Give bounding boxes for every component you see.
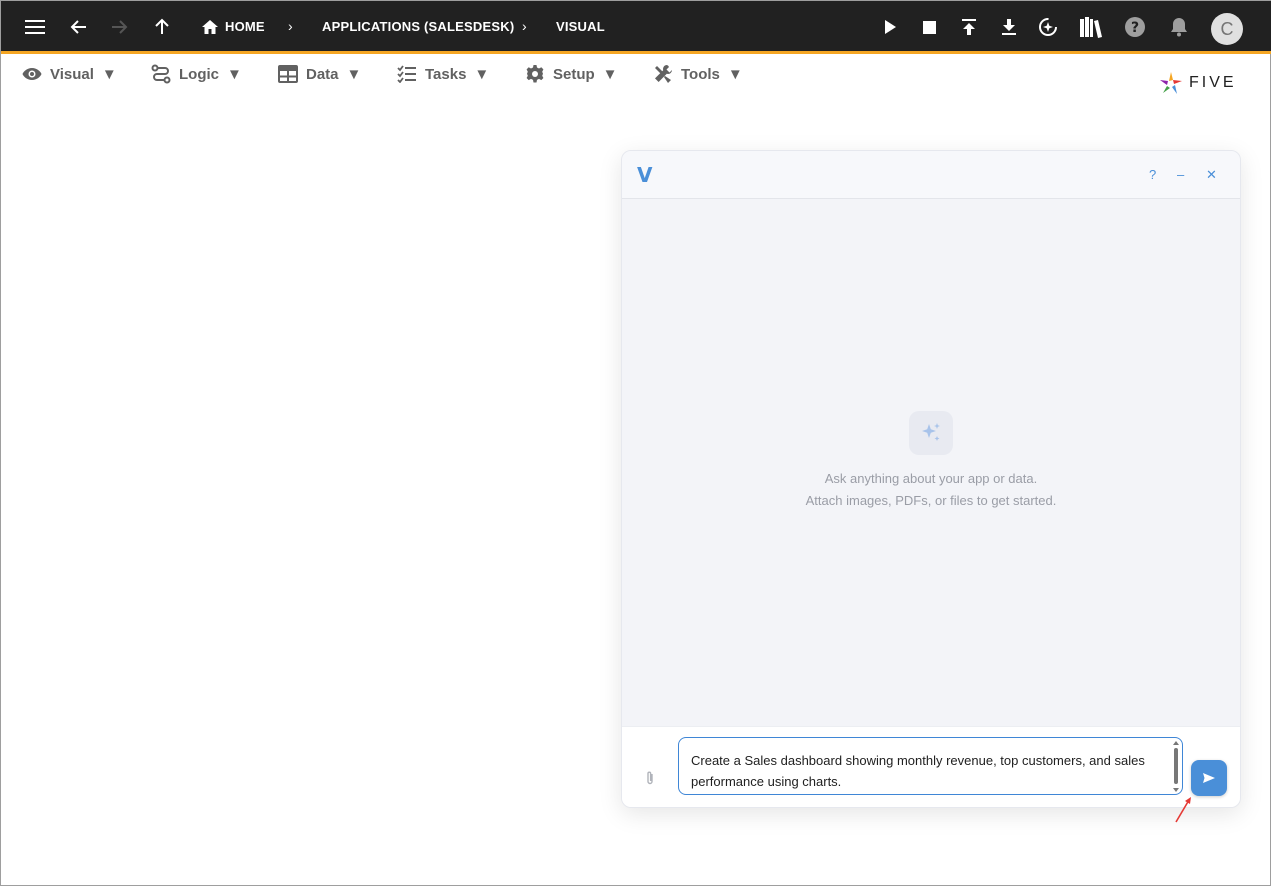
breadcrumb-home[interactable]: HOME (225, 19, 265, 34)
dropdown-arrow-icon: ▼ (227, 65, 242, 83)
up-arrow-icon[interactable] (149, 14, 175, 40)
dropdown-arrow-icon: ▼ (727, 65, 743, 83)
back-arrow-icon[interactable] (66, 14, 92, 40)
chat-input-area: Create a Sales dashboard showing monthly… (622, 726, 1240, 807)
ai-chat-panel: V ? – ✕ Ask anything about your app or d… (621, 150, 1241, 808)
top-app-bar: HOME › APPLICATIONS (SALESDESK) › VISUAL… (1, 1, 1271, 54)
breadcrumb-applications[interactable]: APPLICATIONS (SALESDESK) (322, 19, 514, 34)
scroll-up-arrow-icon[interactable] (1173, 741, 1179, 745)
five-logo-mark-icon (1160, 72, 1182, 94)
menu-tasks-label: Tasks (425, 65, 467, 83)
run-icon[interactable] (877, 14, 903, 40)
menu-logic-label: Logic (179, 65, 219, 83)
menu-setup[interactable]: Setup ▼ (525, 63, 618, 85)
breadcrumb-separator-icon: › (288, 18, 293, 34)
chat-help-button[interactable]: ? (1149, 167, 1156, 182)
download-icon[interactable] (996, 14, 1022, 40)
chat-close-button[interactable]: ✕ (1206, 167, 1217, 183)
annotation-arrow-icon (1175, 797, 1191, 823)
input-scrollbar-thumb[interactable] (1174, 748, 1178, 784)
menu-setup-label: Setup (553, 65, 595, 83)
eye-icon (22, 68, 42, 80)
svg-text:?: ? (1131, 20, 1139, 36)
chat-message-input[interactable]: Create a Sales dashboard showing monthly… (678, 737, 1183, 795)
notifications-bell-icon[interactable] (1166, 14, 1192, 40)
home-icon[interactable] (197, 14, 223, 40)
menu-data[interactable]: Data ▼ (278, 63, 361, 85)
five-logo: FIVE (1159, 71, 1237, 95)
chat-message-text: Create a Sales dashboard showing monthly… (691, 753, 1145, 789)
table-icon (278, 65, 298, 83)
user-avatar[interactable]: C (1211, 13, 1243, 45)
logic-icon (151, 64, 171, 84)
breadcrumb-separator-icon: › (522, 18, 527, 34)
menu-tools[interactable]: Tools ▼ (653, 63, 743, 85)
gear-icon (526, 65, 544, 83)
dropdown-arrow-icon: ▼ (101, 65, 117, 83)
send-button[interactable] (1191, 760, 1227, 796)
menu-logic[interactable]: Logic ▼ (151, 63, 242, 85)
stop-icon[interactable] (916, 14, 942, 40)
menu-visual[interactable]: Visual ▼ (22, 63, 117, 85)
ai-sync-icon[interactable] (1035, 14, 1061, 40)
scroll-down-arrow-icon[interactable] (1173, 788, 1179, 792)
forward-arrow-icon (106, 14, 132, 40)
chat-empty-line-1: Ask anything about your app or data. (824, 471, 1038, 486)
menu-data-label: Data (306, 65, 339, 83)
dropdown-arrow-icon: ▼ (474, 65, 490, 83)
tools-icon (655, 65, 672, 83)
dropdown-arrow-icon: ▼ (602, 65, 618, 83)
send-icon (1203, 773, 1215, 783)
menu-tasks[interactable]: Tasks ▼ (397, 63, 489, 85)
chat-brand-logo: V (637, 163, 653, 187)
hamburger-menu-icon[interactable] (22, 14, 48, 40)
menu-bar: Visual ▼ Logic ▼ Data ▼ Tasks ▼ Setup ▼ … (1, 57, 1271, 93)
breadcrumb-visual[interactable]: VISUAL (556, 19, 605, 34)
menu-visual-label: Visual (50, 65, 94, 83)
help-icon[interactable]: ? (1122, 14, 1148, 40)
dropdown-arrow-icon: ▼ (346, 65, 362, 83)
chat-empty-line-2: Attach images, PDFs, or files to get sta… (805, 493, 1057, 508)
five-logo-text: FIVE (1189, 74, 1237, 91)
sparkle-icon (909, 411, 953, 455)
chat-panel-header: V ? – ✕ (622, 151, 1240, 199)
upload-icon[interactable] (956, 14, 982, 40)
menu-tools-label: Tools (681, 65, 720, 83)
attach-paperclip-icon[interactable] (645, 770, 655, 791)
chat-minimize-button[interactable]: – (1177, 167, 1184, 182)
library-icon[interactable] (1078, 14, 1104, 40)
checklist-icon (397, 65, 416, 83)
